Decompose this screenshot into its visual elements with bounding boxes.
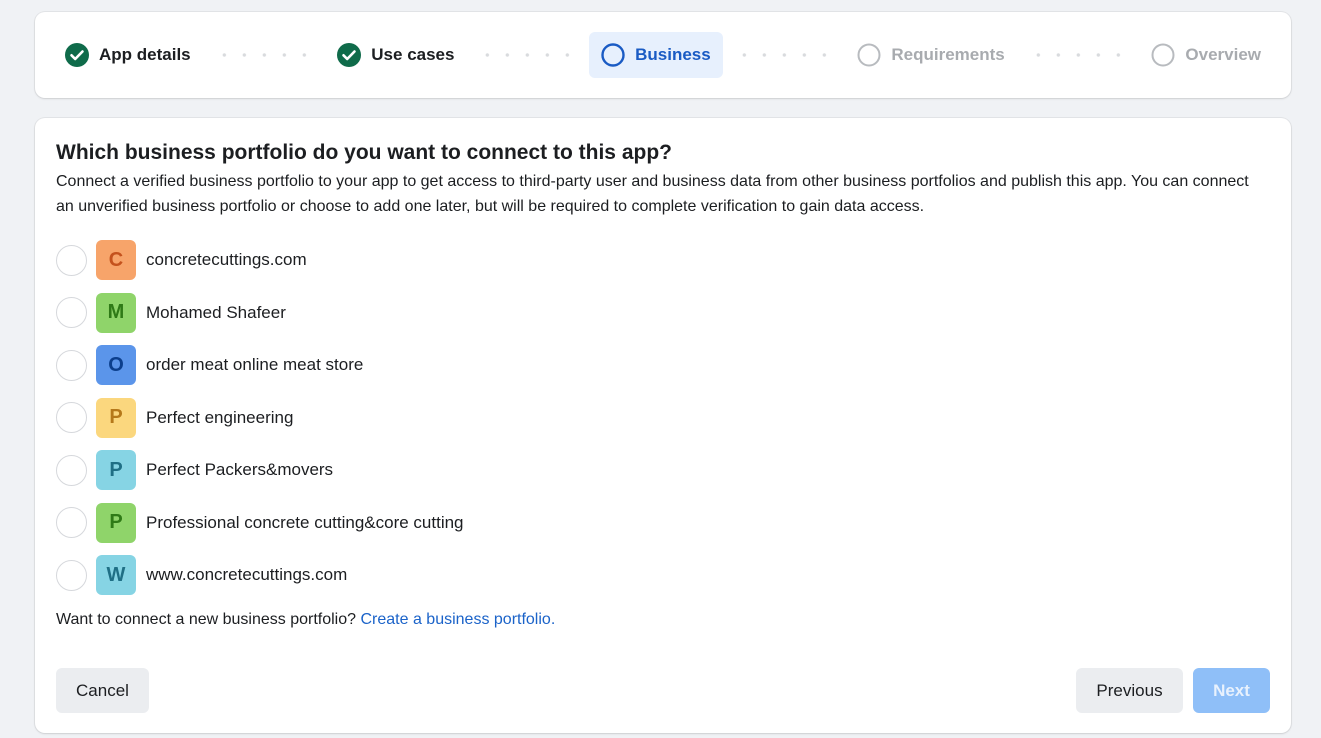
business-portfolio-card: Which business portfolio do you want to … [35, 118, 1291, 733]
portfolio-avatar: P [96, 450, 136, 491]
radio-button[interactable] [56, 244, 87, 276]
footer-actions: Cancel Previous Next [56, 668, 1270, 713]
portfolio-option[interactable]: Cconcretecuttings.com [56, 234, 1270, 287]
portfolio-name: order meat online meat store [146, 355, 364, 375]
portfolio-name: Perfect Packers&movers [146, 460, 334, 480]
step-use-cases[interactable]: Use cases [325, 32, 466, 78]
portfolio-name: concretecuttings.com [146, 250, 307, 270]
step-connector [1022, 53, 1134, 57]
connect-prompt-text: Want to connect a new business portfolio… [56, 610, 357, 628]
portfolio-name: Perfect engineering [146, 407, 294, 427]
step-label: Use cases [371, 45, 455, 64]
circle-icon [857, 43, 881, 67]
portfolio-avatar: W [96, 555, 136, 596]
progress-stepper-card: App details Use cases Business Requireme… [35, 12, 1291, 98]
check-circle-icon [65, 43, 89, 67]
step-overview: Overview [1139, 32, 1273, 78]
previous-button[interactable]: Previous [1076, 668, 1183, 713]
page-description: Connect a verified business portfolio to… [56, 173, 1249, 215]
portfolio-name: Professional concrete cutting&core cutti… [146, 512, 464, 532]
cancel-button[interactable]: Cancel [56, 668, 149, 713]
portfolio-option[interactable]: Wwww.concretecuttings.com [56, 549, 1270, 602]
step-label: App details [99, 45, 191, 64]
step-label: Requirements [891, 45, 1005, 64]
circle-icon [1151, 43, 1175, 67]
portfolio-name: www.concretecuttings.com [146, 565, 348, 585]
portfolio-option[interactable]: P Perfect Packers&movers [56, 444, 1270, 497]
create-portfolio-prompt: Want to connect a new business portfolio… [56, 610, 1270, 630]
portfolio-option[interactable]: P Professional concrete cutting&core cutt… [56, 497, 1270, 550]
create-portfolio-link[interactable]: Create a business portfolio. [360, 611, 555, 628]
step-requirements: Requirements [845, 32, 1016, 78]
step-label: Business [635, 45, 711, 64]
radio-button[interactable] [56, 349, 87, 381]
portfolio-list: Cconcretecuttings.com M Mohamed Shafeer Oor… [56, 234, 1270, 602]
portfolio-avatar: P [96, 397, 136, 438]
step-app-details[interactable]: App details [53, 32, 203, 78]
check-circle-icon [337, 43, 362, 67]
portfolio-option[interactable]: M Mohamed Shafeer [56, 287, 1270, 340]
portfolio-name: Mohamed Shafeer [146, 302, 286, 322]
step-connector [728, 53, 840, 57]
radio-button[interactable] [56, 507, 87, 539]
portfolio-option[interactable]: Oorder meat online meat store [56, 339, 1270, 392]
next-button[interactable]: Next [1193, 668, 1270, 713]
circle-icon [601, 43, 625, 67]
step-connector [472, 53, 584, 57]
portfolio-avatar: P [96, 502, 136, 543]
portfolio-avatar: C [96, 240, 136, 281]
step-label: Overview [1185, 45, 1262, 64]
radio-button[interactable] [56, 402, 87, 434]
radio-button[interactable] [56, 559, 87, 591]
step-connector [208, 53, 320, 57]
radio-button[interactable] [56, 297, 87, 329]
progress-stepper: App details Use cases Business Requireme… [53, 32, 1273, 78]
portfolio-avatar: M [96, 292, 136, 333]
page-title: Which business portfolio do you want to … [56, 141, 672, 164]
radio-button[interactable] [56, 454, 87, 486]
portfolio-avatar: O [96, 345, 136, 386]
portfolio-option[interactable]: P Perfect engineering [56, 392, 1270, 445]
step-business[interactable]: Business [589, 32, 723, 78]
